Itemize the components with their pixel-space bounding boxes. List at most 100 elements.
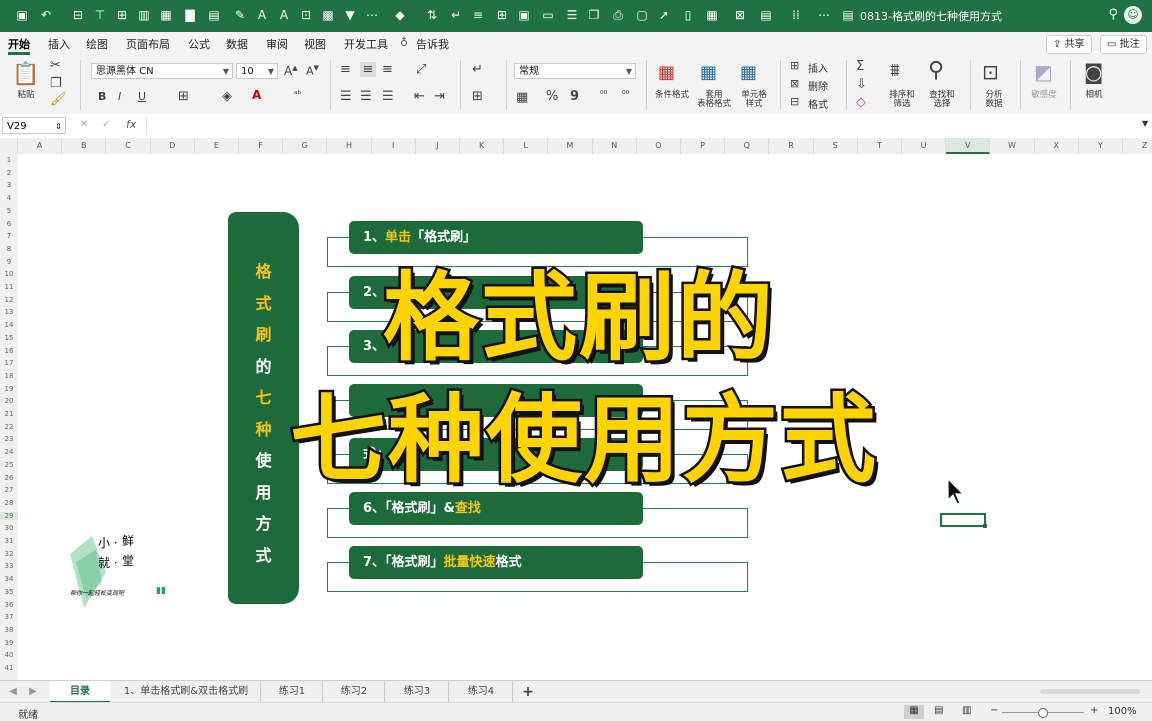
column-header[interactable]: H bbox=[327, 138, 372, 154]
row-header[interactable]: 21 bbox=[0, 410, 18, 418]
font-color-icon[interactable]: A bbox=[252, 88, 261, 102]
tab-home[interactable]: 开始 bbox=[8, 36, 30, 52]
row-header[interactable]: 16 bbox=[0, 347, 18, 355]
autosum-icon[interactable]: Σ bbox=[856, 59, 864, 74]
conditional-format-icon[interactable]: ▦ bbox=[658, 62, 675, 83]
sensitivity-icon[interactable]: ◩ bbox=[1034, 60, 1053, 84]
decrease-indent-icon[interactable]: ⇤ bbox=[414, 89, 425, 104]
font-name-select[interactable]: 思源黑体 CN ▼ bbox=[91, 63, 233, 79]
column-header[interactable]: D bbox=[151, 138, 195, 154]
row-header[interactable]: 17 bbox=[0, 359, 18, 367]
row-header[interactable]: 10 bbox=[0, 270, 18, 278]
name-box[interactable]: V29 ⇕ bbox=[2, 117, 66, 134]
sheet-tab-practice-1[interactable]: 练习1 bbox=[262, 681, 323, 703]
row-header[interactable]: 1 bbox=[0, 156, 18, 164]
row-header[interactable]: 2 bbox=[0, 169, 18, 177]
tab-insert[interactable]: 插入 bbox=[48, 36, 70, 52]
sort-filter-icon[interactable]: ⩩ bbox=[890, 60, 900, 81]
window-icon[interactable]: ▢ bbox=[634, 7, 650, 23]
row-header[interactable]: 9 bbox=[0, 258, 18, 266]
cut-icon[interactable]: ✂ bbox=[50, 58, 61, 73]
prev-sheet-icon[interactable]: ◀ bbox=[6, 681, 20, 703]
number-format-select[interactable]: 常规 ▼ bbox=[514, 63, 636, 79]
list-icon[interactable]: ☰ bbox=[564, 7, 580, 23]
add-sheet-button[interactable]: + bbox=[518, 681, 538, 703]
align-top-icon[interactable]: ≡ bbox=[340, 62, 351, 77]
column-header[interactable]: W bbox=[990, 138, 1035, 154]
table-format-icon[interactable]: ▦ bbox=[700, 62, 717, 83]
font-increase-icon[interactable]: A bbox=[254, 7, 270, 23]
align-left-icon[interactable]: ☰ bbox=[340, 89, 352, 104]
italic-button[interactable]: I bbox=[118, 90, 121, 103]
border-icon[interactable]: ⊡ bbox=[298, 7, 314, 23]
column-header[interactable]: Y bbox=[1079, 138, 1123, 154]
row-header[interactable]: 28 bbox=[0, 499, 18, 507]
fill-color-icon[interactable]: ◈ bbox=[222, 89, 232, 104]
row-header[interactable]: 29 bbox=[0, 511, 18, 520]
row-header[interactable]: 8 bbox=[0, 245, 18, 253]
align-icon[interactable]: ≡ bbox=[470, 7, 486, 23]
column-header[interactable]: X bbox=[1035, 138, 1079, 154]
column-header[interactable]: P bbox=[681, 138, 726, 154]
function-icon[interactable]: fx bbox=[126, 118, 136, 131]
tab-tell-me[interactable]: 告诉我 bbox=[416, 36, 449, 52]
tab-formulas[interactable]: 公式 bbox=[188, 36, 210, 52]
calc-icon[interactable]: ⊠ bbox=[732, 7, 748, 23]
chart-icon[interactable]: ▤ bbox=[206, 7, 222, 23]
row-header[interactable]: 3 bbox=[0, 181, 18, 189]
block-icon[interactable]: ▇ bbox=[182, 7, 198, 23]
search-icon[interactable]: ⚲ bbox=[1108, 7, 1118, 22]
select-all-corner[interactable] bbox=[0, 138, 18, 154]
more-icon[interactable]: ⋯ bbox=[364, 7, 380, 23]
row-header[interactable]: 7 bbox=[0, 232, 18, 240]
font-size-select[interactable]: 10 ▼ bbox=[236, 63, 278, 79]
row-header[interactable]: 26 bbox=[0, 474, 18, 482]
find-select-icon[interactable]: ⚲ bbox=[928, 58, 944, 83]
row-header[interactable]: 27 bbox=[0, 486, 18, 494]
apps-icon[interactable]: ⁞⁞ bbox=[788, 7, 804, 23]
merge-icon[interactable]: ⊤ bbox=[92, 7, 108, 23]
columns-icon[interactable]: ▥ bbox=[136, 7, 152, 23]
sheet-tab-practice-4[interactable]: 练习4 bbox=[450, 681, 513, 703]
group-icon[interactable]: ▦ bbox=[704, 7, 720, 23]
page-break-view-icon[interactable]: ▥ bbox=[962, 705, 971, 716]
fill-down-icon[interactable]: ⇩ bbox=[856, 77, 867, 92]
user-avatar-icon[interactable]: ☺ bbox=[1124, 6, 1142, 24]
save-icon[interactable]: ▣ bbox=[14, 7, 30, 23]
wrap-text-icon[interactable]: ↵ bbox=[472, 62, 483, 77]
doc-icon[interactable]: ▯ bbox=[680, 7, 696, 23]
shrink-font-icon[interactable]: A▼ bbox=[306, 64, 319, 78]
tab-draw[interactable]: 绘图 bbox=[86, 36, 108, 52]
column-header[interactable]: M bbox=[548, 138, 593, 154]
borders-icon[interactable]: ⊞ bbox=[178, 89, 189, 104]
row-header[interactable]: 30 bbox=[0, 524, 18, 532]
column-header[interactable]: G bbox=[283, 138, 328, 154]
row-header[interactable]: 18 bbox=[0, 372, 18, 380]
formula-input[interactable] bbox=[146, 117, 1141, 134]
cancel-icon[interactable]: ✕ bbox=[80, 119, 88, 130]
filter-icon[interactable]: ▼ bbox=[342, 7, 358, 23]
row-header[interactable]: 40 bbox=[0, 651, 18, 659]
comment-button[interactable]: ▭ 批注 bbox=[1100, 35, 1147, 54]
paste-icon[interactable]: 📋 bbox=[12, 62, 39, 87]
sheet-tab-1[interactable]: 1、单击格式刷&双击格式刷 bbox=[112, 681, 261, 703]
share-button[interactable]: ⇪ 共享 bbox=[1046, 35, 1092, 54]
pointer-icon[interactable]: ➚ bbox=[656, 7, 672, 23]
sheet-tab-practice-3[interactable]: 练习3 bbox=[386, 681, 449, 703]
sort-icon[interactable]: ⇅ bbox=[424, 7, 440, 23]
cell-style-icon[interactable]: ▦ bbox=[740, 62, 757, 83]
camera-icon[interactable]: ◙ bbox=[1084, 60, 1103, 84]
percent-button[interactable]: % bbox=[546, 89, 558, 104]
row-header[interactable]: 20 bbox=[0, 397, 18, 405]
expand-formula-icon[interactable]: ▼ bbox=[1142, 119, 1148, 128]
row-header[interactable]: 19 bbox=[0, 385, 18, 393]
column-header[interactable]: Z bbox=[1123, 138, 1152, 154]
column-header[interactable]: N bbox=[593, 138, 637, 154]
column-header[interactable]: Q bbox=[725, 138, 770, 154]
column-header[interactable]: V bbox=[946, 138, 991, 154]
row-header[interactable]: 11 bbox=[0, 283, 18, 291]
column-header[interactable]: O bbox=[637, 138, 681, 154]
font-decrease-icon[interactable]: A bbox=[276, 7, 292, 23]
column-header[interactable]: F bbox=[239, 138, 284, 154]
grow-font-icon[interactable]: A▲ bbox=[284, 64, 298, 78]
